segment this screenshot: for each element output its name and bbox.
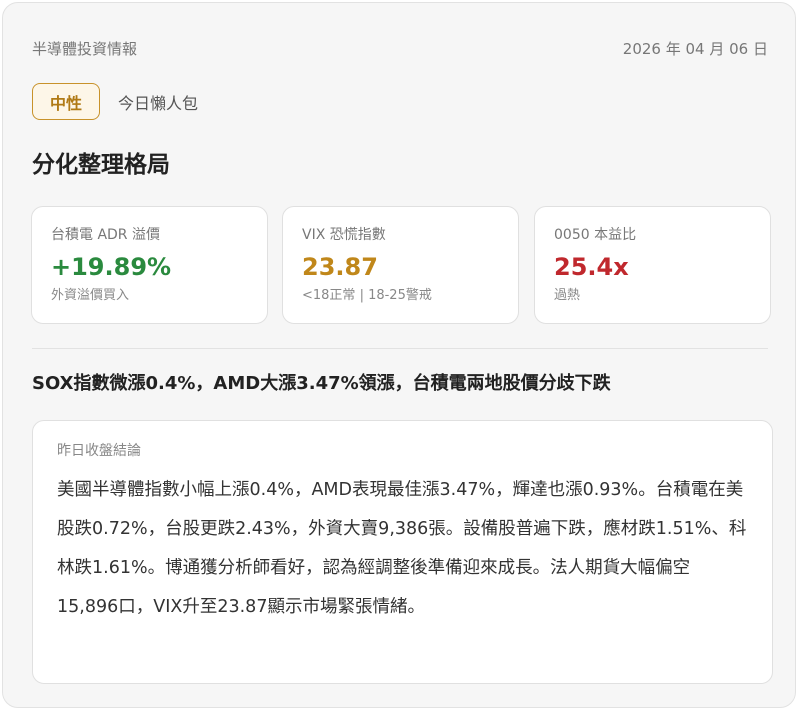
briefing-card: 半導體投資情報 2026 年 04 月 06 日 中性 今日懶人包 分化整理格局… [2, 2, 796, 708]
divider [32, 348, 768, 349]
metric-card-vix: VIX 恐慌指數 23.87 <18正常 | 18-25警戒 [282, 206, 519, 324]
source-name: 半導體投資情報 [32, 39, 138, 58]
conclusion-card: 昨日收盤結論 美國半導體指數小幅上漲0.4%，AMD表現最佳漲3.47%，輝達也… [32, 420, 773, 684]
report-date: 2026 年 04 月 06 日 [622, 39, 768, 58]
card-header: 半導體投資情報 2026 年 04 月 06 日 [32, 37, 768, 59]
metric-label: VIX 恐慌指數 [302, 227, 386, 243]
sentiment-badge: 中性 [32, 83, 101, 120]
tag-row: 中性 今日懶人包 [32, 83, 198, 120]
metric-value: 25.4x [554, 253, 629, 281]
metric-note: <18正常 | 18-25警戒 [302, 288, 432, 303]
metric-label: 0050 本益比 [554, 227, 637, 243]
headline: 分化整理格局 [32, 152, 170, 178]
digest-label: 今日懶人包 [118, 93, 199, 113]
metric-label: 台積電 ADR 溢價 [51, 227, 160, 243]
metric-card-adr-premium: 台積電 ADR 溢價 +19.89% 外資溢價買入 [31, 206, 268, 324]
metric-note: 過熱 [554, 288, 581, 303]
metric-card-pe-ratio: 0050 本益比 25.4x 過熱 [534, 206, 771, 324]
summary-title: SOX指數微漲0.4%，AMD大漲3.47%領漲，台積電兩地股價分歧下跌 [32, 373, 611, 394]
conclusion-label: 昨日收盤結論 [57, 443, 141, 459]
metric-note: 外資溢價買入 [51, 288, 130, 303]
metric-value: 23.87 [302, 253, 378, 281]
conclusion-text: 美國半導體指數小幅上漲0.4%，AMD表現最佳漲3.47%，輝達也漲0.93%。… [57, 480, 747, 617]
metric-value: +19.89% [51, 253, 172, 281]
